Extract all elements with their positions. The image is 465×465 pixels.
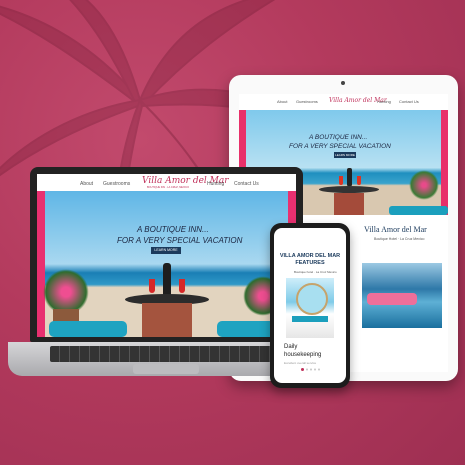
keyboard — [50, 346, 285, 362]
phone-caption-line1: Daily — [284, 344, 298, 350]
laptop-nav-hunting[interactable]: Hunting — [207, 181, 224, 187]
laptop-nav-about[interactable]: About — [80, 181, 93, 187]
carousel-dot-active[interactable] — [301, 368, 304, 371]
tablet-section-subtitle: Boutique Hotel · La Cruz Mexico — [374, 237, 425, 241]
wine-glass — [179, 279, 185, 293]
wine-glass — [339, 176, 343, 185]
sink-counter — [292, 316, 328, 322]
wine-glass — [357, 176, 361, 185]
pillar-left — [37, 191, 45, 337]
phone-caption-sub: Excellent overall service — [284, 361, 317, 365]
laptop-learn-more-button[interactable]: LEARN MORE — [151, 247, 181, 254]
table-top — [319, 186, 379, 193]
wine-glass — [149, 279, 155, 293]
table-base — [334, 193, 364, 215]
tablet-nav-contact[interactable]: Contact Us — [399, 99, 419, 104]
cushion — [49, 321, 127, 337]
laptop-nav-guestrooms[interactable]: Guestrooms — [103, 181, 130, 187]
phone-title-line1: VILLA AMOR DEL MAR — [279, 253, 341, 259]
laptop-screen: About Guestrooms Villa Amor del Mar BOUT… — [37, 174, 296, 337]
tablet-hero-line2: FOR A VERY SPECIAL VACATION — [289, 143, 391, 150]
camera-icon — [341, 81, 345, 85]
tablet-hero-line1: A BOUTIQUE INN... — [309, 134, 368, 141]
wine-bottle — [163, 263, 171, 295]
phone-subtitle: Boutique hotel · La Cruz Mexico — [294, 270, 337, 274]
pool-lounger — [367, 293, 417, 305]
phone-title-line2: FEATURES — [295, 260, 325, 266]
table-base — [142, 303, 192, 337]
tablet-nav-bar: About Guestrooms Villa Amor del Mar Hunt… — [239, 94, 448, 110]
mirror — [296, 283, 328, 315]
phone-screen: VILLA AMOR DEL MAR FEATURES Boutique hot… — [274, 228, 346, 383]
laptop-hero-line2: FOR A VERY SPECIAL VACATION — [117, 236, 243, 245]
laptop-hero-image: A BOUTIQUE INN... FOR A VERY SPECIAL VAC… — [37, 191, 296, 337]
trackpad — [133, 364, 199, 374]
wine-bottle — [347, 168, 352, 186]
tablet-learn-more-button[interactable]: LEARN MORE — [334, 152, 356, 158]
laptop-nav-contact[interactable]: Contact Us — [234, 181, 259, 187]
tablet-nav-hunting[interactable]: Hunting — [377, 99, 391, 104]
phone-device: VILLA AMOR DEL MAR FEATURES Boutique hot… — [270, 223, 350, 388]
laptop-nav-bar: About Guestrooms Villa Amor del Mar BOUT… — [37, 174, 296, 191]
laptop-hero-line1: A BOUTIQUE INN... — [137, 225, 209, 234]
tablet-nav-guestrooms[interactable]: Guestrooms — [296, 99, 318, 104]
flower-pot — [409, 170, 439, 200]
laptop-brand-subtitle: BOUTIQUE INN · LA CRUZ, MEXICO — [147, 186, 190, 189]
pillar-right — [441, 110, 448, 215]
phone-caption-line2: housekeeping — [284, 352, 322, 358]
carousel-dots[interactable] — [301, 368, 321, 371]
tablet-nav-about[interactable]: About — [277, 99, 287, 104]
tablet-section-title: Villa Amor del Mar — [364, 225, 427, 234]
cushion — [389, 206, 448, 215]
